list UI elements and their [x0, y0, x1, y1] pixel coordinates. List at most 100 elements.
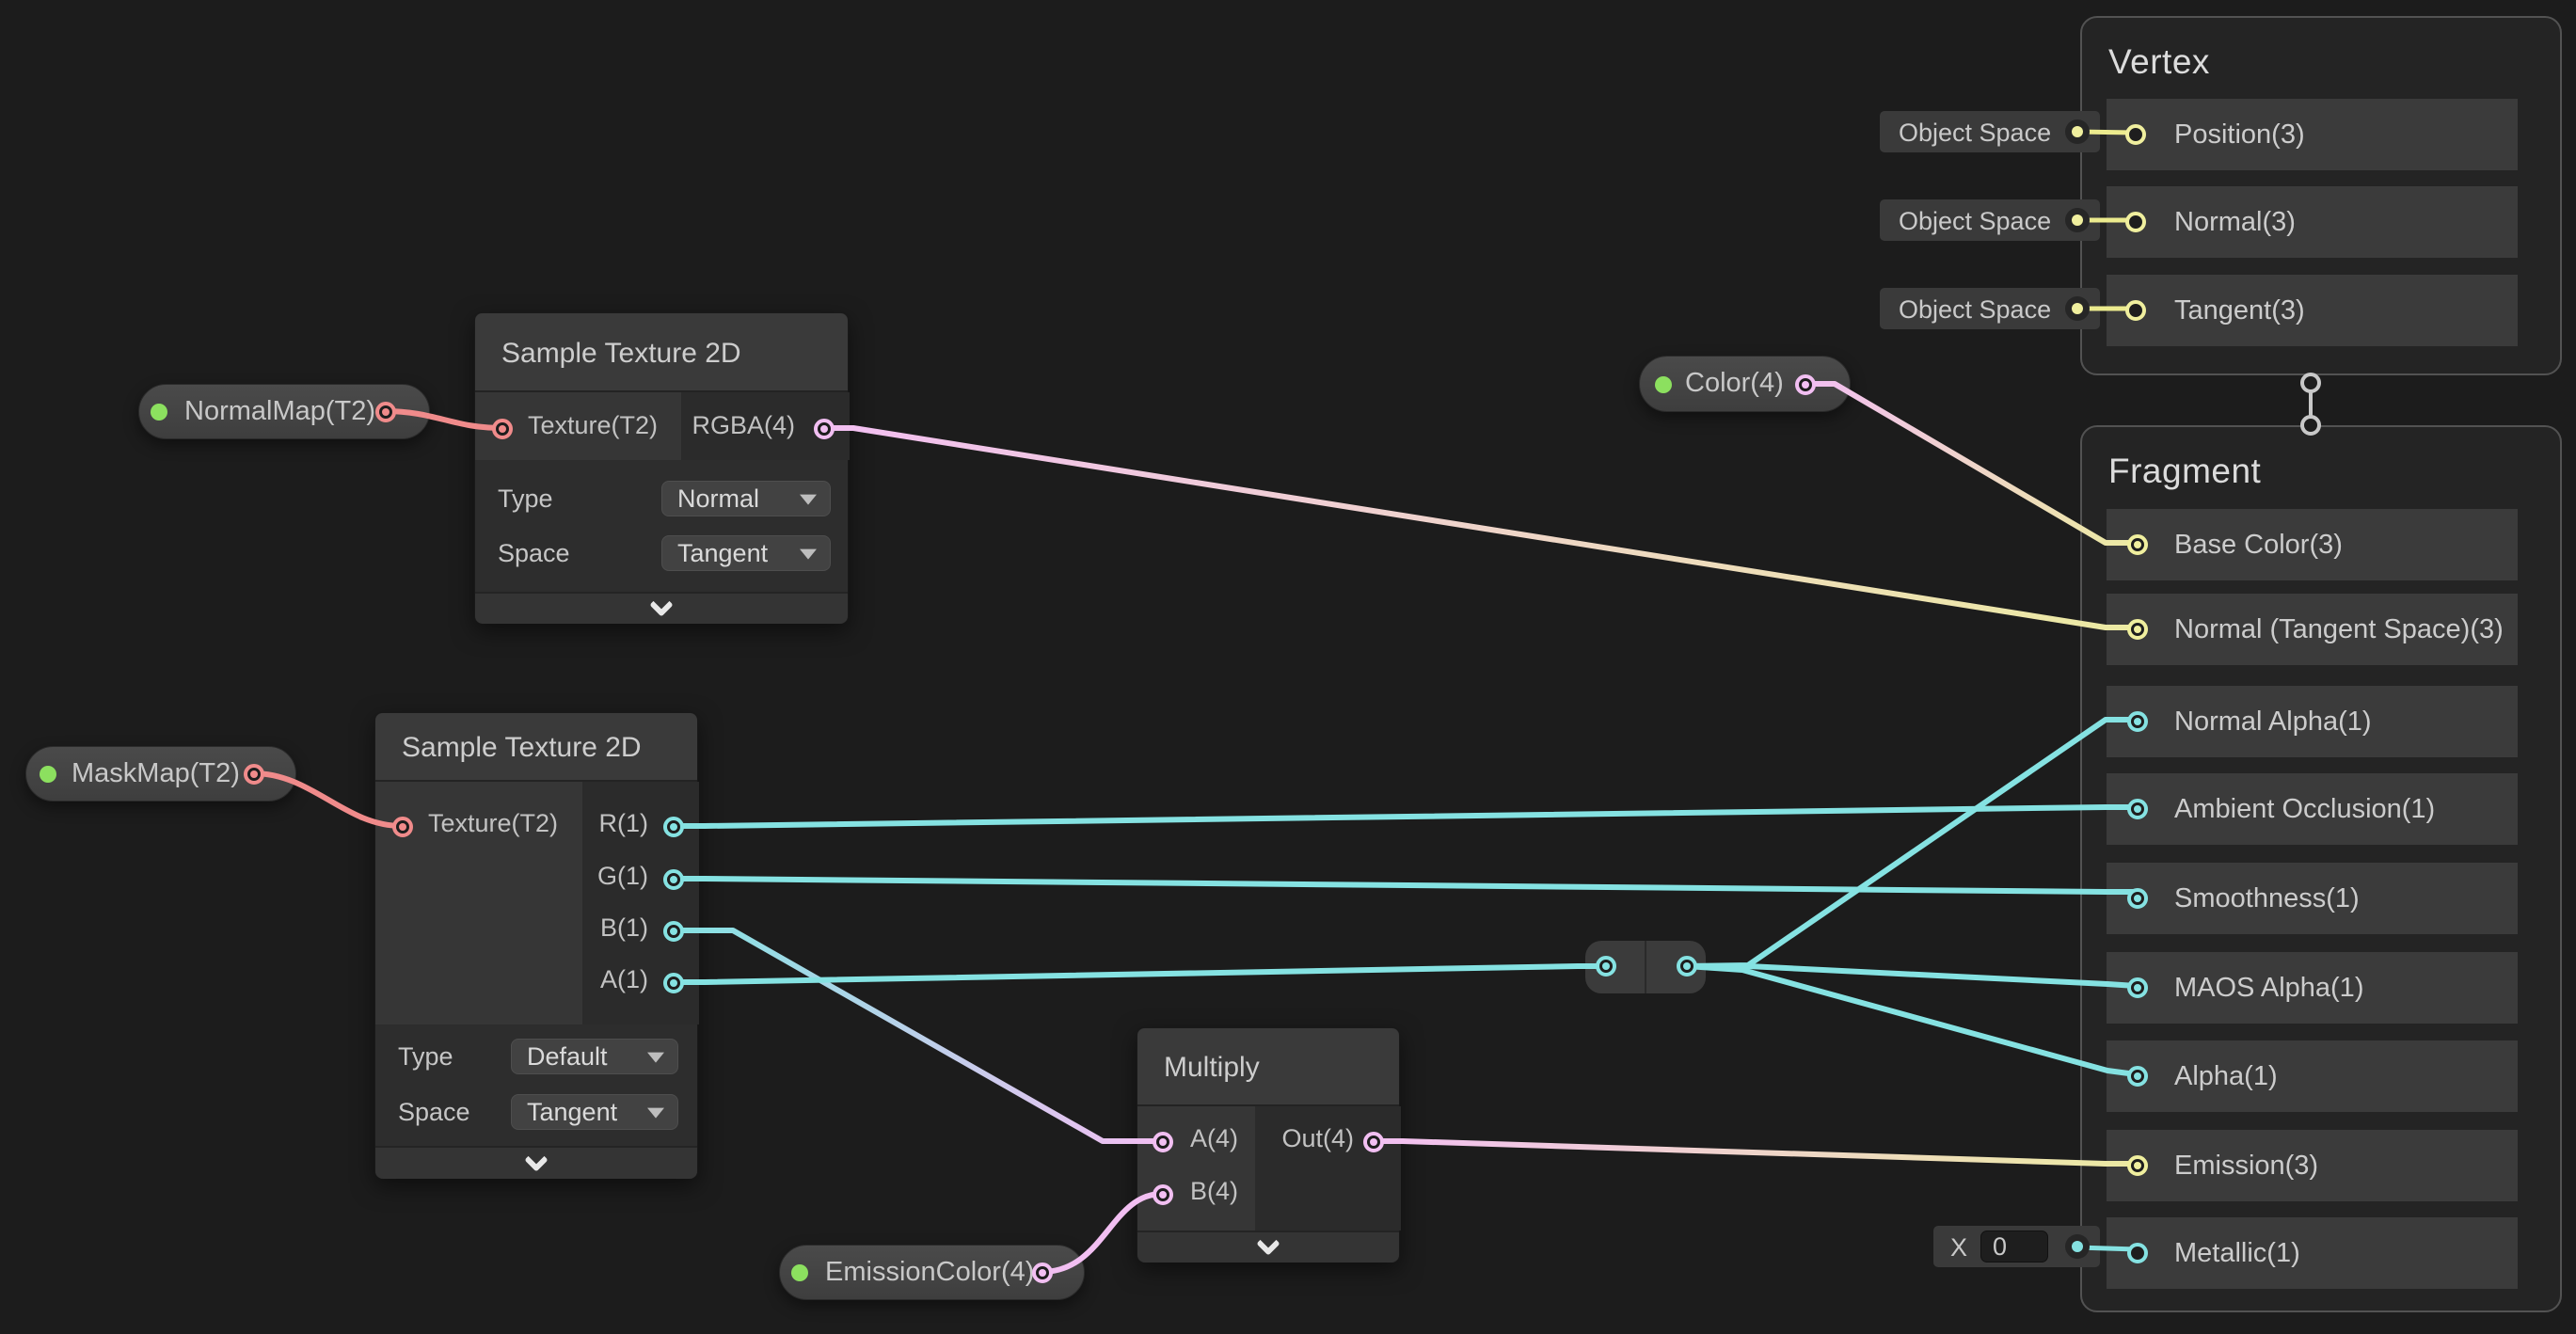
emissioncolor-out-port[interactable]: [1032, 1263, 1053, 1283]
redirect-out-port[interactable]: [1677, 956, 1697, 977]
vertex-row-tangent[interactable]: Tangent(3): [2107, 275, 2518, 346]
position-port[interactable]: [2125, 124, 2146, 145]
base-color-label: Base Color(3): [2174, 509, 2343, 580]
connector-top-knob[interactable]: [2302, 374, 2319, 391]
maos-alpha-label: MAOS Alpha(1): [2174, 952, 2363, 1024]
sample2-titlebar[interactable]: Sample Texture 2D: [375, 713, 697, 782]
maskmap-out-port[interactable]: [244, 764, 264, 785]
sample2-b-out-label: B(1): [600, 913, 648, 943]
alpha-port[interactable]: [2127, 1066, 2148, 1087]
maos-alpha-port[interactable]: [2127, 977, 2148, 998]
tangent-binding-label: Object Space: [1899, 295, 2051, 325]
edge-multiply-out-to-emission[interactable]: [1373, 1141, 2136, 1164]
metallic-x-input[interactable]: 0: [1980, 1231, 2048, 1263]
emissioncolor-exposed-dot-icon: [791, 1264, 808, 1281]
sample2-b-out-port[interactable]: [663, 921, 684, 942]
sample1-collapse-chevron-icon: [649, 593, 673, 616]
fragment-row-emission[interactable]: Emission(3): [2107, 1130, 2518, 1201]
smoothness-label: Smoothness(1): [2174, 863, 2360, 934]
fragment-row-normal-alpha[interactable]: Normal Alpha(1): [2107, 686, 2518, 757]
normalmap-exposed-dot-icon: [151, 404, 167, 421]
sample1-texture-in-port[interactable]: [492, 419, 513, 439]
smoothness-port[interactable]: [2127, 888, 2148, 909]
sample-texture-2d-node-bottom[interactable]: Sample Texture 2D Texture(T2) R(1) G(1) …: [374, 712, 698, 1179]
property-emissioncolor[interactable]: EmissionColor(4): [779, 1245, 1085, 1300]
emission-port[interactable]: [2127, 1155, 2148, 1176]
normal-alpha-port[interactable]: [2127, 711, 2148, 732]
tangent-port[interactable]: [2125, 300, 2146, 321]
normal-tangent-port[interactable]: [2127, 619, 2148, 640]
vertex-block-title: Vertex: [2108, 42, 2210, 82]
sample1-rgba-out-port[interactable]: [814, 419, 835, 439]
metallic-port[interactable]: [2127, 1243, 2148, 1263]
color-out-port[interactable]: [1795, 374, 1816, 395]
fragment-row-alpha[interactable]: Alpha(1): [2107, 1040, 2518, 1112]
fragment-row-normal-tangent[interactable]: Normal (Tangent Space)(3): [2107, 594, 2518, 665]
normalmap-label: NormalMap(T2): [184, 385, 375, 438]
redirect-in-port[interactable]: [1596, 956, 1616, 977]
vertex-row-normal[interactable]: Normal(3): [2107, 186, 2518, 258]
sample2-space-dropdown[interactable]: Tangent: [511, 1094, 678, 1130]
sample1-type-dropdown-arrow-icon: [800, 495, 817, 505]
fragment-row-ambient-occlusion[interactable]: Ambient Occlusion(1): [2107, 773, 2518, 845]
edge-sample2-g-to-smoothness[interactable]: [673, 879, 2136, 892]
edge-redirect-to-alpha[interactable]: [1687, 966, 2136, 1074]
property-maskmap[interactable]: MaskMap(T2): [25, 746, 296, 802]
tangent-binding-port-dot[interactable]: [2065, 296, 2090, 321]
position-binding-widget[interactable]: Object Space: [1880, 111, 2100, 152]
sample1-type-dropdown[interactable]: Normal: [661, 481, 831, 516]
edge-sample2-r-to-ambient-occlusion[interactable]: [673, 807, 2136, 826]
fragment-block[interactable]: Fragment Base Color(3) Normal (Tangent S…: [2080, 425, 2562, 1312]
fragment-row-base-color[interactable]: Base Color(3): [2107, 509, 2518, 580]
sample2-a-out-port[interactable]: [663, 973, 684, 993]
sample-texture-2d-node-top[interactable]: Sample Texture 2D Texture(T2) RGBA(4) Ty…: [474, 312, 849, 624]
sample2-type-dropdown[interactable]: Default: [511, 1039, 678, 1074]
edge-redirect-to-maos-alpha[interactable]: [1687, 966, 2136, 986]
multiply-collapse-bar[interactable]: [1137, 1231, 1399, 1263]
property-normalmap[interactable]: NormalMap(T2): [138, 384, 430, 439]
sample2-collapse-bar[interactable]: [375, 1146, 697, 1179]
sample1-space-label: Space: [498, 539, 570, 568]
base-color-port[interactable]: [2127, 534, 2148, 555]
edge-sample2-a-to-redirect[interactable]: [673, 966, 1606, 982]
fragment-row-smoothness[interactable]: Smoothness(1): [2107, 863, 2518, 934]
multiply-a-in-label: A(4): [1190, 1124, 1238, 1153]
vertex-block[interactable]: Vertex Position(3) Normal(3) Tangent(3): [2080, 16, 2562, 375]
emission-label: Emission(3): [2174, 1130, 2318, 1201]
normalmap-out-port[interactable]: [375, 402, 396, 422]
sample2-texture-in-port[interactable]: [392, 817, 413, 837]
sample2-r-out-port[interactable]: [663, 817, 684, 837]
edge-redirect-to-normal-alpha[interactable]: [1687, 720, 2136, 966]
multiply-node[interactable]: Multiply A(4) B(4) Out(4): [1137, 1027, 1400, 1263]
sample1-space-dropdown-arrow-icon: [800, 549, 817, 560]
ambient-occlusion-port[interactable]: [2127, 799, 2148, 819]
normal-binding-widget[interactable]: Object Space: [1880, 199, 2100, 241]
fragment-row-maos-alpha[interactable]: MAOS Alpha(1): [2107, 952, 2518, 1024]
multiply-out-label: Out(4): [1281, 1124, 1354, 1153]
multiply-out-port[interactable]: [1363, 1132, 1384, 1152]
tangent-binding-widget[interactable]: Object Space: [1880, 288, 2100, 329]
redirect-node[interactable]: [1585, 941, 1706, 993]
multiply-b-in-port[interactable]: [1153, 1184, 1173, 1205]
normal-port[interactable]: [2125, 212, 2146, 232]
sample2-r-out-label: R(1): [599, 809, 649, 838]
metallic-default-port-dot[interactable]: [2065, 1234, 2090, 1259]
multiply-a-in-port[interactable]: [1153, 1132, 1173, 1152]
position-binding-port-dot[interactable]: [2065, 119, 2090, 144]
fragment-row-metallic[interactable]: Metallic(1): [2107, 1217, 2518, 1289]
sample2-g-out-port[interactable]: [663, 869, 684, 890]
edge-sample1-rgba-to-normal-tangent-space[interactable]: [823, 428, 2136, 627]
sample1-space-dropdown[interactable]: Tangent: [661, 535, 831, 571]
sample2-g-out-label: G(1): [597, 862, 648, 891]
sample1-title: Sample Texture 2D: [501, 338, 741, 370]
multiply-title: Multiply: [1164, 1052, 1260, 1084]
multiply-titlebar[interactable]: Multiply: [1137, 1028, 1399, 1106]
edge-sample2-b-to-multiply-a[interactable]: [673, 930, 1162, 1141]
sample1-collapse-bar[interactable]: [475, 592, 848, 624]
position-label: Position(3): [2174, 99, 2305, 170]
vertex-row-position[interactable]: Position(3): [2107, 99, 2518, 170]
metallic-default-widget[interactable]: X 0: [1933, 1226, 2100, 1267]
property-color[interactable]: Color(4): [1639, 356, 1851, 412]
normal-binding-port-dot[interactable]: [2065, 208, 2090, 232]
sample1-titlebar[interactable]: Sample Texture 2D: [475, 313, 848, 392]
